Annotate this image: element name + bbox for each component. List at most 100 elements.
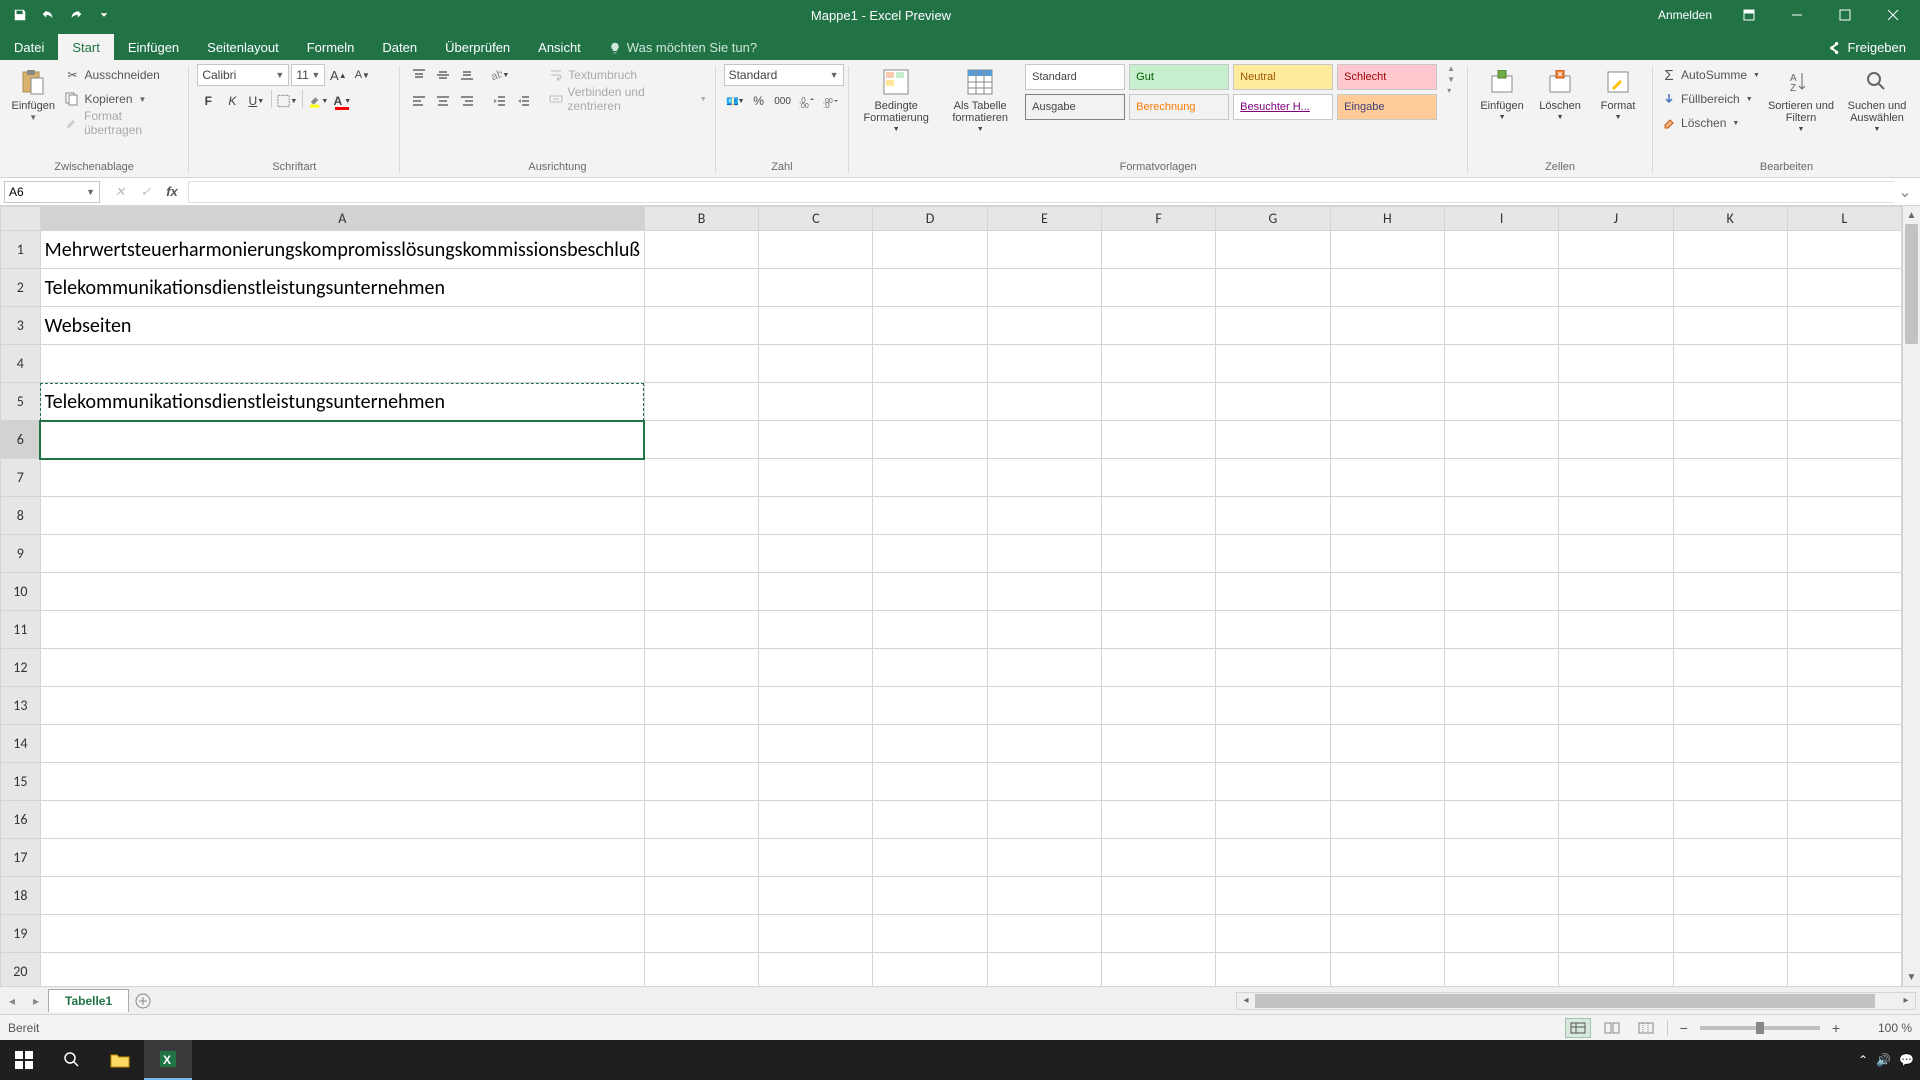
cell[interactable] (644, 839, 758, 877)
column-header[interactable]: H (1330, 207, 1444, 231)
cell[interactable]: Telekommunikationsdienstleistungsunterne… (40, 269, 644, 307)
cell[interactable] (1330, 307, 1444, 345)
cell[interactable] (1330, 877, 1444, 915)
cell[interactable] (873, 307, 987, 345)
row-header[interactable]: 18 (1, 877, 41, 915)
cell[interactable] (1216, 725, 1330, 763)
increase-font-icon[interactable]: A▲ (327, 64, 349, 86)
row-header[interactable]: 17 (1, 839, 41, 877)
cell[interactable] (1445, 383, 1559, 421)
cell[interactable] (1673, 687, 1787, 725)
cell[interactable] (1330, 953, 1444, 987)
cell[interactable] (759, 649, 873, 687)
start-button[interactable] (0, 1040, 48, 1080)
cancel-entry-icon[interactable]: ✕ (108, 181, 132, 203)
cell[interactable] (40, 725, 644, 763)
cell[interactable] (987, 345, 1101, 383)
cell[interactable] (1445, 497, 1559, 535)
cell[interactable] (1445, 231, 1559, 269)
tab-formulas[interactable]: Formeln (293, 34, 369, 60)
align-bottom-icon[interactable] (456, 64, 478, 86)
cell[interactable] (1673, 953, 1787, 987)
row-header[interactable]: 12 (1, 649, 41, 687)
cell[interactable] (1445, 649, 1559, 687)
cell[interactable] (1445, 421, 1559, 459)
qat-customize-icon[interactable] (92, 3, 116, 27)
cell-style-neutral[interactable]: Neutral (1233, 64, 1333, 90)
cell[interactable] (987, 535, 1101, 573)
cell[interactable] (987, 649, 1101, 687)
cell[interactable] (1102, 915, 1216, 953)
accounting-format-icon[interactable]: 💶▼ (724, 90, 746, 112)
vertical-scrollbar[interactable]: ▲ ▼ (1902, 206, 1920, 986)
cell[interactable] (1330, 573, 1444, 611)
cell[interactable] (1216, 649, 1330, 687)
decrease-font-icon[interactable]: A▼ (351, 64, 373, 86)
taskbar-file-explorer-icon[interactable] (96, 1040, 144, 1080)
cell[interactable] (873, 801, 987, 839)
cell[interactable] (1330, 269, 1444, 307)
cell[interactable] (1445, 459, 1559, 497)
cell[interactable] (873, 649, 987, 687)
column-header[interactable]: F (1102, 207, 1216, 231)
tab-layout[interactable]: Seitenlayout (193, 34, 293, 60)
cell[interactable] (759, 573, 873, 611)
scroll-up-icon[interactable]: ▲ (1903, 206, 1920, 224)
cell[interactable] (873, 687, 987, 725)
cell[interactable] (1216, 573, 1330, 611)
row-header[interactable]: 5 (1, 383, 41, 421)
cell[interactable] (1673, 877, 1787, 915)
orientation-icon[interactable]: ab▼ (488, 64, 510, 86)
cell[interactable] (1330, 649, 1444, 687)
cell[interactable] (644, 269, 758, 307)
cell[interactable] (1673, 611, 1787, 649)
column-header[interactable]: A (40, 207, 644, 231)
column-header[interactable]: G (1216, 207, 1330, 231)
cell[interactable] (1559, 687, 1673, 725)
align-middle-icon[interactable] (432, 64, 454, 86)
cell[interactable] (1445, 535, 1559, 573)
cell[interactable] (1445, 307, 1559, 345)
cell-style-eingabe[interactable]: Eingabe (1337, 94, 1437, 120)
cell[interactable] (1102, 421, 1216, 459)
cell[interactable] (1559, 573, 1673, 611)
cell[interactable] (1673, 763, 1787, 801)
cell[interactable] (1102, 459, 1216, 497)
column-header[interactable]: L (1787, 207, 1901, 231)
cell[interactable] (1445, 953, 1559, 987)
cell[interactable] (873, 231, 987, 269)
cell[interactable] (1445, 573, 1559, 611)
cell[interactable] (873, 953, 987, 987)
horizontal-scrollbar[interactable]: ◂ ▸ (1236, 992, 1916, 1010)
cell[interactable] (40, 801, 644, 839)
cell[interactable] (1559, 459, 1673, 497)
align-left-icon[interactable] (408, 90, 430, 112)
tab-insert[interactable]: Einfügen (114, 34, 193, 60)
cell[interactable] (873, 497, 987, 535)
cell[interactable] (759, 915, 873, 953)
comma-format-icon[interactable]: 000 (772, 90, 794, 112)
cell[interactable] (1673, 383, 1787, 421)
insert-function-icon[interactable]: fx (160, 181, 184, 203)
close-icon[interactable] (1870, 0, 1916, 30)
row-header[interactable]: 4 (1, 345, 41, 383)
cell[interactable] (1445, 801, 1559, 839)
cell[interactable] (1787, 687, 1901, 725)
cell[interactable] (1102, 307, 1216, 345)
find-select-button[interactable]: Suchen und Auswählen▼ (1842, 64, 1912, 134)
cell[interactable] (1102, 383, 1216, 421)
cell[interactable] (1330, 345, 1444, 383)
cell[interactable] (1559, 421, 1673, 459)
cell[interactable] (1673, 231, 1787, 269)
cell[interactable] (644, 497, 758, 535)
cell[interactable] (1787, 763, 1901, 801)
cell[interactable] (873, 725, 987, 763)
cell[interactable] (987, 269, 1101, 307)
cell[interactable] (987, 231, 1101, 269)
font-size-dropdown[interactable]: 11▼ (291, 64, 325, 86)
scroll-down-icon[interactable]: ▼ (1903, 968, 1920, 986)
cell[interactable] (1102, 763, 1216, 801)
row-header[interactable]: 3 (1, 307, 41, 345)
fill-color-button[interactable]: ▼ (307, 90, 329, 112)
cell[interactable] (1559, 915, 1673, 953)
